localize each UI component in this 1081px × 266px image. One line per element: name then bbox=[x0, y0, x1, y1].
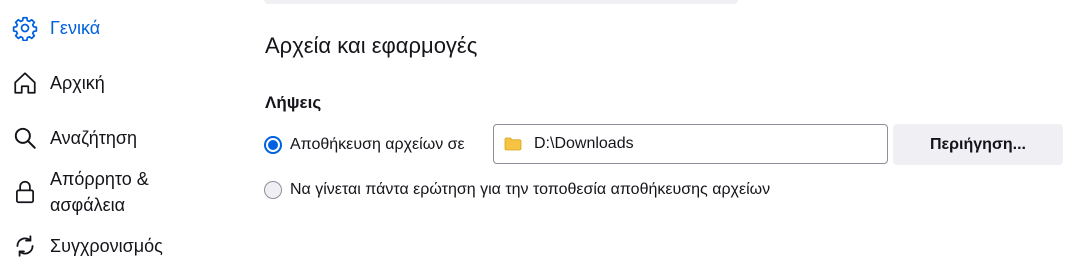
sidebar: Γενικά Αρχική Αναζήτηση Απόρρητο & ασφάλ… bbox=[0, 0, 230, 266]
gear-icon bbox=[12, 15, 38, 41]
always-ask-radio[interactable] bbox=[264, 181, 282, 199]
home-icon bbox=[12, 70, 38, 96]
sidebar-item-label: Απόρρητο & ασφάλεια bbox=[50, 169, 149, 215]
sidebar-item-sync[interactable]: Συγχρονισμός bbox=[0, 232, 220, 260]
folder-icon bbox=[504, 137, 522, 151]
browse-button[interactable]: Περιήγηση... bbox=[893, 124, 1063, 165]
download-path-value: D:\Downloads bbox=[534, 135, 634, 152]
downloads-title: Λήψεις bbox=[265, 93, 322, 112]
sidebar-item-home[interactable]: Αρχική bbox=[0, 69, 220, 97]
save-to-label: Αποθήκευση αρχείων σε bbox=[290, 136, 465, 153]
sidebar-item-search[interactable]: Αναζήτηση bbox=[0, 124, 220, 152]
always-ask-radio-option[interactable]: Να γίνεται πάντα ερώτηση για την τοποθεσ… bbox=[264, 181, 770, 199]
save-to-radio[interactable] bbox=[264, 136, 282, 154]
search-icon bbox=[12, 125, 38, 151]
save-to-radio-option[interactable]: Αποθήκευση αρχείων σε bbox=[264, 136, 465, 154]
sync-icon bbox=[12, 233, 38, 259]
sidebar-item-label: Αναζήτηση bbox=[50, 128, 137, 148]
download-path-field[interactable]: D:\Downloads bbox=[493, 124, 888, 164]
always-ask-label: Να γίνεται πάντα ερώτηση για την τοποθεσ… bbox=[290, 181, 771, 198]
section-title: Αρχεία και εφαρμογές bbox=[265, 33, 478, 58]
sidebar-item-general[interactable]: Γενικά bbox=[0, 14, 220, 42]
sidebar-item-privacy[interactable]: Απόρρητο & ασφάλεια bbox=[0, 166, 220, 220]
sidebar-item-label: Συγχρονισμός bbox=[50, 236, 163, 256]
previous-section-box bbox=[264, 0, 738, 4]
sidebar-item-label: Αρχική bbox=[50, 73, 105, 93]
settings-page: Γενικά Αρχική Αναζήτηση Απόρρητο & ασφάλ… bbox=[0, 0, 1081, 266]
lock-icon bbox=[12, 179, 38, 205]
sidebar-item-label: Γενικά bbox=[50, 18, 101, 38]
